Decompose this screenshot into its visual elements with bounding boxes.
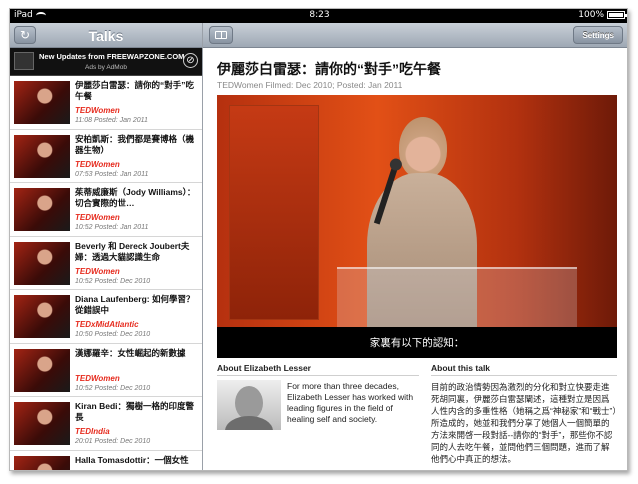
about-talk-heading: About this talk [431, 363, 617, 376]
talk-item-meta: 07:53 Posted: Jan 2011 [75, 170, 149, 178]
video-frame [217, 95, 617, 333]
talk-item-meta: 10:52 Posted: Jan 2011 [75, 224, 149, 231]
detail-navbar: Settings [203, 23, 627, 48]
talk-thumbnail [14, 241, 70, 285]
talk-thumbnail [14, 348, 70, 392]
talk-thumbnail [14, 455, 70, 470]
ad-banner[interactable]: New Updates from FREEWAPZONE.COM Ads by … [10, 48, 202, 76]
talk-item-title: 茱蒂威廉斯（Jody Williams）：切合實際的世… [75, 187, 196, 208]
talk-item-title: 漢娜羅辛：女性崛起的新數據 [75, 347, 186, 358]
talk-list-item[interactable]: 茱蒂威廉斯（Jody Williams）：切合實際的世… TEDWomen 10:5… [10, 183, 202, 237]
talk-item-meta: 10:52 Posted: Dec 2010 [75, 277, 151, 285]
clock: 8:23 [309, 10, 330, 20]
talk-thumbnail [14, 295, 70, 338]
talk-list-item[interactable]: Diana Laufenberg: 如何學習？從錯誤中 TEDxMidAtlant… [10, 290, 202, 344]
sidebar-navbar: ↻ Talks [10, 23, 202, 48]
talk-title: 伊麗莎白雷瑟：請你的“對手”吃午餐 [217, 61, 441, 77]
talk-item-meta: 11:08 Posted: Jan 2011 [75, 117, 148, 124]
talks-sidebar: ↻ Talks New Updates from FREEWAPZONE.COM… [10, 23, 203, 470]
talk-item-title: Beverly 和 Dereck Joubert夫婦：透過大貓認識生命 [75, 240, 190, 262]
about-speaker-heading: About Elizabeth Lesser [217, 363, 419, 376]
talk-thumbnail [14, 134, 70, 178]
battery-icon [607, 11, 627, 19]
talk-item-title: Kiran Bedi：獨樹一格的印度警長 [75, 401, 195, 422]
book-icon [215, 31, 227, 39]
ipad-screen: iPad 8:23 100% ↻ Talks New Updates from … [9, 8, 628, 471]
talk-item-event: TEDxMidAtlantic [75, 320, 139, 329]
talk-list-item[interactable]: Beverly 和 Dereck Joubert夫婦：透過大貓認識生命 TEDWo… [10, 236, 202, 290]
close-icon[interactable]: ⊘ [183, 53, 198, 68]
talk-item-title: Halla Tomasdottir：一個女性 [75, 454, 189, 465]
video-subtitle: 家裏有以下的認知： [217, 327, 617, 358]
talk-item-meta: 10:52 Posted: Dec 2010 [75, 384, 151, 392]
talk-item-event: TEDWomen [75, 266, 120, 276]
ad-headline: New Updates from FREEWAPZONE.COM [39, 52, 185, 61]
talk-item-meta: 10:50 Posted: Dec 2010 [75, 331, 151, 338]
talk-item-meta: 20:01 Posted: Dec 2010 [75, 438, 151, 445]
talk-item-event: TEDWomen [75, 373, 120, 383]
ad-byline: Ads by AdMob [85, 64, 127, 71]
talk-item-event: TEDIndia [75, 427, 110, 436]
talk-item-event: TEDWomen [75, 159, 120, 169]
speaker-photo [217, 380, 281, 430]
talk-item-event: TEDWomen [75, 106, 120, 115]
talk-thumbnail [14, 81, 70, 124]
speaker-bio: For more than three decades, Elizabeth L… [287, 381, 414, 424]
talk-detail: Settings 伊麗莎白雷瑟：請你的“對手”吃午餐 TEDWomen Film… [203, 23, 627, 470]
talk-item-title: Diana Laufenberg: 如何學習？從錯誤中 [75, 294, 195, 315]
battery-fill [609, 13, 623, 17]
talk-list-item[interactable]: 安柏凱斯：我們都是賽博格（機器生物） TEDWomen 07:53 Posted: … [10, 129, 202, 183]
talk-item-title: 伊麗莎白雷瑟：請你的“對手”吃午餐 [75, 80, 195, 101]
sidebar-title: Talks [88, 28, 124, 44]
talk-item-title: 安柏凱斯：我們都是賽博格（機器生物） [75, 133, 195, 155]
video-player[interactable]: 家裏有以下的認知： [217, 95, 617, 358]
talk-thumbnail [14, 188, 70, 231]
talk-thumbnail [14, 402, 70, 445]
status-bar: iPad 8:23 100% [10, 9, 627, 23]
talk-list-item[interactable]: Kiran Bedi：獨樹一格的印度警長 TEDIndia 20:01 Posted… [10, 397, 202, 451]
talk-item-event: TEDWomen [75, 213, 120, 222]
talk-list-item[interactable]: Halla Tomasdottir：一個女性 [10, 450, 202, 470]
talk-list: 伊麗莎白雷瑟：請你的“對手”吃午餐 TEDWomen 11:08 Posted: J… [10, 76, 202, 470]
talk-list-item[interactable]: 漢娜羅辛：女性崛起的新數據 TEDWomen 10:52 Posted: Dec 2… [10, 343, 202, 397]
podium [337, 267, 577, 327]
talk-meta: TEDWomen Filmed: Dec 2010; Posted: Jan 2… [217, 80, 403, 90]
bookmarks-button[interactable] [209, 26, 233, 44]
settings-button[interactable]: Settings [573, 26, 623, 44]
talk-list-item[interactable]: 伊麗莎白雷瑟：請你的“對手”吃午餐 TEDWomen 11:08 Posted: J… [10, 76, 202, 130]
talk-description: 目前的政治情勢因為激烈的分化和對立快要走進死胡同裏，伊麗莎白雷瑟闡述，這種對立是… [431, 382, 617, 464]
battery-percent: 100% [578, 10, 604, 20]
